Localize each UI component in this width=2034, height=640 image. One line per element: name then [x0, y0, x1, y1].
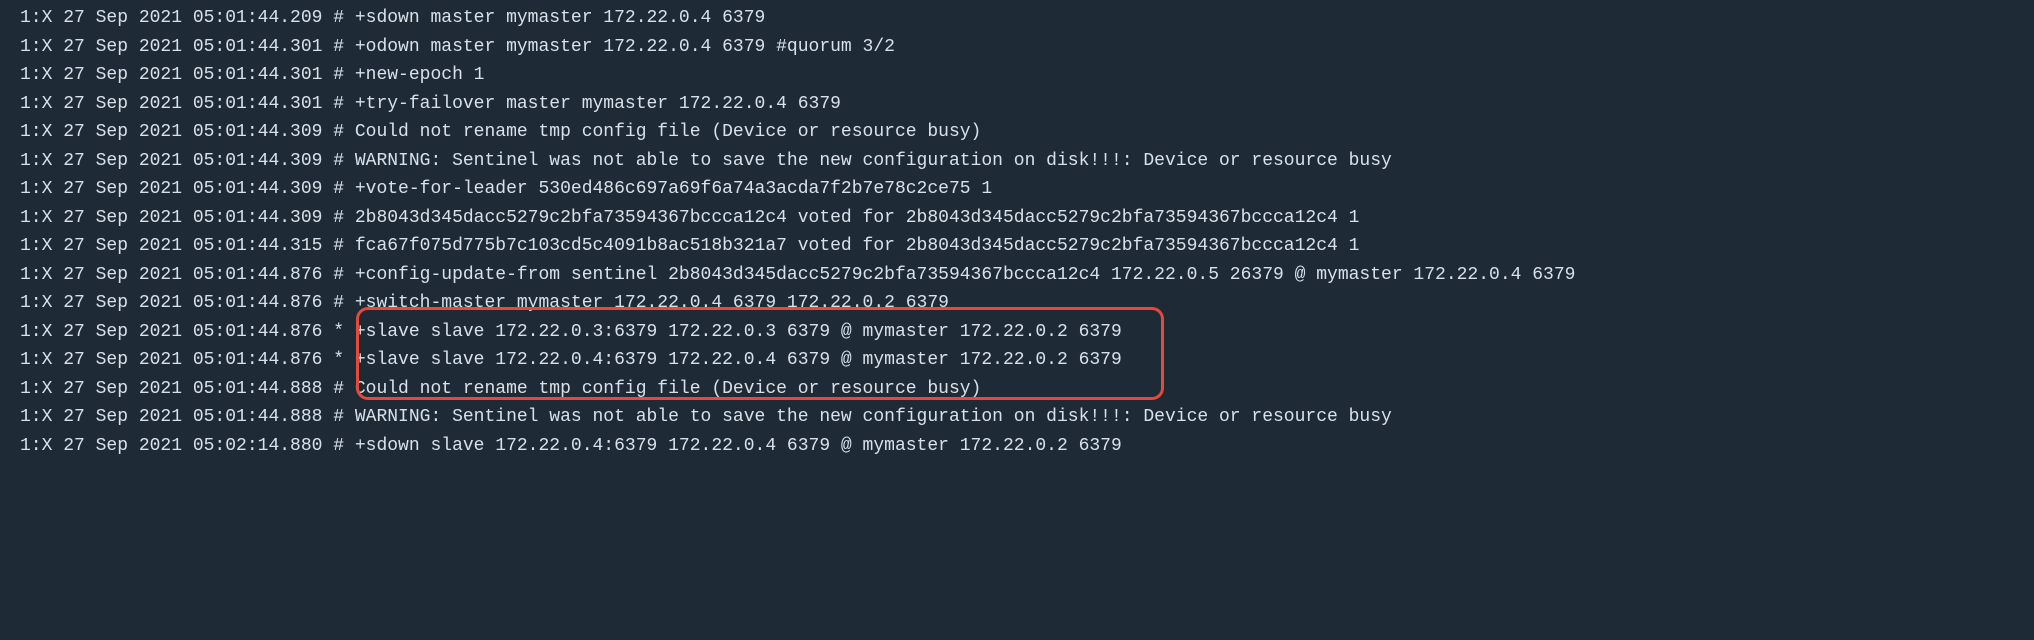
log-line: 1:X 27 Sep 2021 05:01:44.301 # +odown ma…: [20, 33, 2014, 62]
terminal-output: 1:X 27 Sep 2021 05:01:44.209 # +sdown ma…: [0, 0, 2034, 484]
log-line: 1:X 27 Sep 2021 05:01:44.888 # Could not…: [20, 375, 2014, 404]
log-line: 1:X 27 Sep 2021 05:01:44.309 # WARNING: …: [20, 147, 2014, 176]
log-line: 1:X 27 Sep 2021 05:02:14.880 # +sdown sl…: [20, 432, 2014, 461]
log-line: 1:X 27 Sep 2021 05:01:44.301 # +new-epoc…: [20, 61, 2014, 90]
log-line: 1:X 27 Sep 2021 05:01:44.876 # +switch-m…: [20, 289, 2014, 318]
log-line: 1:X 27 Sep 2021 05:01:44.309 # Could not…: [20, 118, 2014, 147]
log-line: 1:X 27 Sep 2021 05:01:44.301 # +try-fail…: [20, 90, 2014, 119]
log-line: 1:X 27 Sep 2021 05:01:44.309 # +vote-for…: [20, 175, 2014, 204]
log-line: 1:X 27 Sep 2021 05:01:44.309 # 2b8043d34…: [20, 204, 2014, 233]
log-line: 1:X 27 Sep 2021 05:01:44.876 * +slave sl…: [20, 318, 2014, 347]
log-line: 1:X 27 Sep 2021 05:01:44.315 # fca67f075…: [20, 232, 2014, 261]
log-line: 1:X 27 Sep 2021 05:01:44.876 * +slave sl…: [20, 346, 2014, 375]
log-line: 1:X 27 Sep 2021 05:01:44.876 # +config-u…: [20, 261, 2014, 290]
log-line: 1:X 27 Sep 2021 05:01:44.888 # WARNING: …: [20, 403, 2014, 432]
log-line: 1:X 27 Sep 2021 05:01:44.209 # +sdown ma…: [20, 4, 2014, 33]
